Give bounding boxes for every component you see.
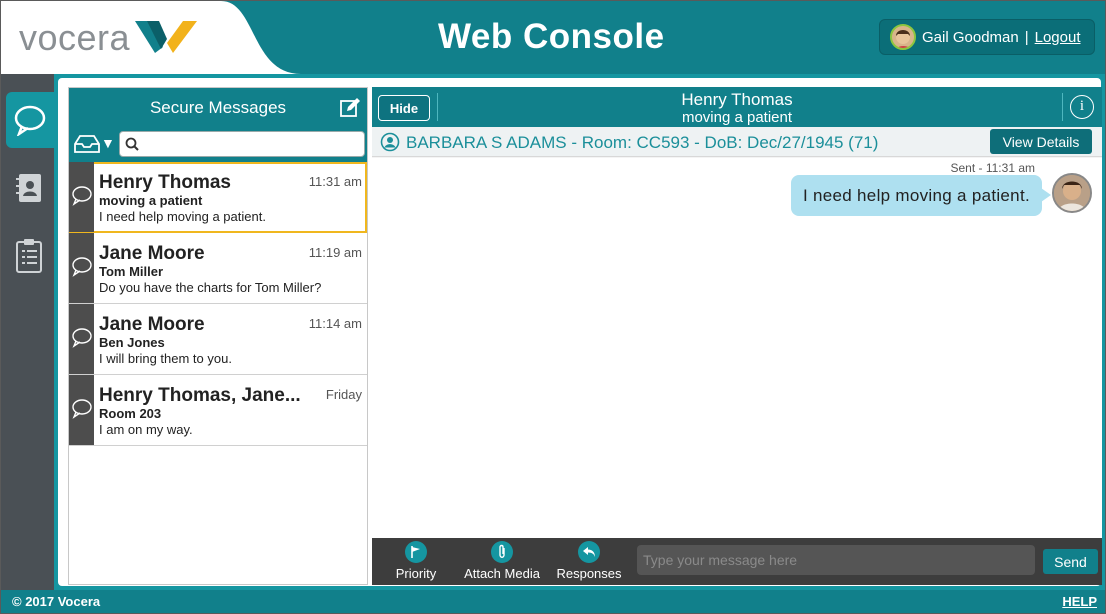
- responses-button[interactable]: Responses: [556, 541, 622, 581]
- content-area: Secure Messages ▼ Henry Thomas 11:31 am …: [54, 74, 1105, 590]
- logo-text: vocera: [19, 17, 131, 58]
- compose-bar: Priority Attach Media Responses Type you…: [372, 538, 1102, 585]
- chat-bubble-icon: [14, 105, 46, 136]
- paperclip-icon: [491, 541, 513, 563]
- priority-label: Priority: [395, 566, 437, 581]
- inbox-icon[interactable]: [73, 134, 101, 154]
- compose-icon[interactable]: [339, 97, 361, 119]
- message-list-item[interactable]: Jane Moore 11:19 am Tom Miller Do you ha…: [69, 233, 367, 304]
- secure-messages-panel: Secure Messages ▼ Henry Thomas 11:31 am …: [68, 87, 368, 585]
- message-preview: Do you have the charts for Tom Miller?: [99, 280, 322, 295]
- message-time: 11:19 am: [308, 245, 362, 260]
- chat-bubble-icon: [72, 257, 92, 277]
- chat-bubble: I need help moving a patient.: [790, 175, 1052, 216]
- patient-bar: BARBARA S ADAMS - Room: CC593 - DoB: Dec…: [372, 127, 1102, 157]
- message-sender: Jane Moore: [99, 314, 205, 335]
- patient-icon: [380, 132, 400, 152]
- priority-button[interactable]: Priority: [390, 541, 442, 581]
- rail-tasks-button[interactable]: [5, 228, 53, 284]
- sender-avatar: [1052, 173, 1092, 213]
- message-subject: Tom Miller: [99, 264, 164, 279]
- conversation-panel: Henry Thomas moving a patient Hide i BAR…: [372, 87, 1102, 585]
- message-tag: [69, 375, 94, 445]
- message-tag: [69, 162, 94, 232]
- message-subject: moving a patient: [99, 193, 203, 208]
- header-divider: [1062, 93, 1063, 121]
- secure-messages-title: Secure Messages: [149, 98, 287, 117]
- chat-bubble-icon: [72, 399, 92, 419]
- content-inner: Secure Messages ▼ Henry Thomas 11:31 am …: [58, 78, 1102, 586]
- app-window: vocera Web Console Gail Goodman | Logout: [0, 0, 1106, 614]
- message-time: 11:14 am: [308, 316, 362, 331]
- logout-link[interactable]: Logout: [1035, 29, 1081, 46]
- chat-area: Sent - 11:31 am I need help moving a pat…: [372, 158, 1102, 538]
- message-subject: Room 203: [99, 406, 162, 421]
- user-box: Gail Goodman | Logout: [879, 19, 1095, 55]
- message-sender: Henry Thomas, Jane...: [99, 385, 301, 406]
- header-divider: [437, 93, 438, 121]
- message-sender: Henry Thomas: [99, 172, 231, 193]
- message-time: Friday: [325, 387, 362, 402]
- conversation-subtitle: moving a patient: [681, 109, 793, 126]
- rail-messages-button[interactable]: [6, 92, 54, 148]
- view-details-button[interactable]: View Details: [990, 129, 1092, 154]
- responses-label: Responses: [556, 566, 622, 581]
- conversation-title: Henry Thomas: [681, 90, 793, 109]
- search-box: [119, 131, 365, 157]
- clipboard-icon: [16, 239, 42, 273]
- footer-bar: © 2017 Vocera HELP: [1, 590, 1105, 613]
- vocera-logo-icon: [135, 21, 197, 53]
- page-title: Web Console: [438, 17, 665, 56]
- user-name: Gail Goodman: [922, 28, 1019, 46]
- message-list-item[interactable]: Henry Thomas 11:31 am moving a patient I…: [69, 162, 367, 233]
- user-separator: |: [1024, 28, 1029, 46]
- patient-info: BARBARA S ADAMS - Room: CC593 - DoB: Dec…: [406, 133, 879, 152]
- search-input[interactable]: [142, 134, 360, 154]
- left-rail: [1, 74, 54, 590]
- header-bar: vocera Web Console Gail Goodman | Logout: [1, 1, 1105, 74]
- info-icon[interactable]: i: [1070, 95, 1094, 119]
- message-subject: Ben Jones: [99, 335, 165, 350]
- message-preview: I will bring them to you.: [99, 351, 232, 366]
- message-list-item[interactable]: Jane Moore 11:14 am Ben Jones I will bri…: [69, 304, 367, 375]
- chevron-down-icon[interactable]: ▼: [101, 135, 115, 151]
- flag-icon: [405, 541, 427, 563]
- message-tag: [69, 233, 94, 303]
- search-row: ▼: [69, 128, 367, 162]
- message-input[interactable]: [637, 545, 1035, 575]
- message-tag: [69, 304, 94, 374]
- user-avatar[interactable]: [890, 24, 916, 50]
- message-status: Sent - 11:31 am: [950, 161, 1036, 175]
- send-button[interactable]: Send: [1043, 549, 1098, 574]
- rail-contacts-button[interactable]: [5, 160, 53, 216]
- message-list-item[interactable]: Henry Thomas, Jane... Friday Room 203 I …: [69, 375, 367, 446]
- secure-messages-header: Secure Messages: [69, 88, 367, 128]
- message-preview: I am on my way.: [99, 422, 193, 437]
- help-link[interactable]: HELP: [1062, 594, 1097, 609]
- copyright-text: © 2017 Vocera: [12, 594, 101, 609]
- message-time: 11:31 am: [308, 174, 362, 189]
- chat-bubble-icon: [72, 186, 92, 206]
- contacts-book-icon: [16, 174, 41, 202]
- search-icon: [125, 137, 139, 151]
- hide-button[interactable]: Hide: [378, 95, 430, 121]
- conversation-header: Henry Thomas moving a patient Hide i: [372, 87, 1102, 127]
- chat-bubble-icon: [72, 328, 92, 348]
- attach-media-label: Attach Media: [464, 566, 540, 581]
- message-sender: Jane Moore: [99, 243, 205, 264]
- attach-media-button[interactable]: Attach Media: [460, 541, 544, 581]
- reply-arrow-icon: [578, 541, 600, 563]
- message-preview: I need help moving a patient.: [99, 209, 266, 224]
